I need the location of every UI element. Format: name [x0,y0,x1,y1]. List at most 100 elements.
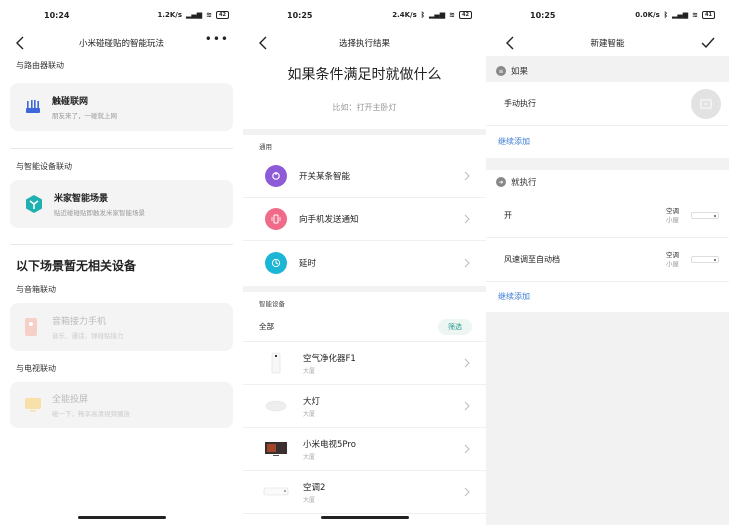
phone-notify-icon [265,208,287,230]
network-speed: 0.0K/s [635,11,660,19]
device-row[interactable]: 空气净化器F1 大厦 [243,342,486,385]
tv-device-icon [261,437,291,461]
router-section-label: 与路由器联动 [16,61,64,70]
speaker-section-label: 与音箱联动 [16,285,56,294]
router-card-sub: 朋友来了，一碰就上网 [52,112,117,120]
chevron-right-icon [464,258,470,267]
bluetooth-icon: ᛒ [420,11,425,19]
toggle-smart-icon [265,165,287,187]
devices-label: 智能设备 [259,300,285,308]
timer-icon [265,251,287,274]
speaker-card: 音箱接力手机 音乐、通话，弹碰贴接力 [10,303,233,351]
device-row[interactable]: 空调2 大厦 [243,471,486,514]
wifi-icon: ≋ [206,11,213,19]
chevron-right-icon [464,214,470,224]
device-name: 空调2 [303,482,326,493]
then-label: 就执行 [511,178,537,188]
network-speed: 2.4K/s [392,11,417,19]
ceiling-light-icon [261,394,291,418]
air-purifier-icon [261,351,291,375]
battery-icon: 42 [459,11,472,19]
action-row-fan-speed[interactable]: 风速调至自动档 空调 小屋 [486,238,729,282]
smart-section-label: 与智能设备联动 [16,162,72,171]
device-name: 空调 [666,206,679,215]
air-conditioner-icon [691,256,719,263]
headline: 如果条件满足时就做什么 [287,67,442,83]
back-arrow-icon[interactable] [504,35,518,51]
action-label: 开 [504,211,512,220]
device-row[interactable]: 大灯 大厦 [243,385,486,428]
tv-section-label: 与电视联动 [16,364,56,373]
smart-scene-card[interactable]: 米家智能场景 贴近碰碰贴即触发米家智能场景 [10,180,233,228]
router-card[interactable]: 触碰联网 朋友来了，一碰就上网 [10,83,233,131]
action-row-toggle-smart[interactable]: 开关某条智能 [243,155,486,198]
action-label: 风速调至自动档 [504,255,560,264]
status-bar: 10:25 0.0K/s ᛒ ▂▄▆ ≋ 41 [486,0,729,30]
battery-icon: 42 [216,11,229,19]
back-arrow-icon[interactable] [14,35,28,51]
screen-choose-action: 10:25 2.4K/s ᛒ ▂▄▆ ≋ 42 选择执行结果 如果条件满足时就做… [243,0,486,525]
mijia-scene-icon [26,195,42,213]
manual-execute-icon [691,89,721,119]
home-indicator[interactable] [78,516,166,519]
tv-icon [25,398,41,412]
device-room: 小屋 [666,215,679,224]
tv-card-title: 全能投屏 [52,395,89,405]
more-icon[interactable]: ••• [205,32,229,46]
device-room: 大厦 [303,367,316,375]
tv-card-sub: 碰一下，畅享高清视频播放 [52,410,130,418]
no-device-heading: 以下场景暂无相关设备 [16,259,137,273]
speaker-card-sub: 音乐、通话，弹碰贴接力 [52,332,124,340]
status-time: 10:24 [44,10,70,20]
add-action-link[interactable]: 继续添加 [486,282,729,312]
action-row-on[interactable]: 开 空调 小屋 [486,194,729,238]
router-icon [26,100,40,113]
action-row-notify[interactable]: 向手机发送通知 [243,198,486,241]
back-arrow-icon[interactable] [257,35,271,51]
page-title: 新建智能 [590,39,625,49]
general-label: 通用 [259,143,272,151]
condition-row-manual[interactable]: 手动执行 [486,82,729,126]
home-indicator[interactable] [321,516,409,519]
add-condition-link[interactable]: 继续添加 [486,126,729,158]
wifi-icon: ≋ [449,11,456,19]
wifi-icon: ≋ [692,11,699,19]
hint-text: 比如：打开主卧灯 [332,103,397,112]
status-time: 10:25 [287,10,313,20]
screen-new-smart: 10:25 0.0K/s ᛒ ▂▄▆ ≋ 41 新建智能 ≡ 如果 手动执行 继… [486,0,729,525]
device-name: 小米电视5Pro [303,439,356,450]
air-conditioner-icon [261,480,291,504]
action-label: 延时 [299,258,317,269]
smart-card-sub: 贴近碰碰贴即触发米家智能场景 [54,209,145,217]
router-card-title: 触碰联网 [52,97,89,107]
status-bar: 10:24 1.2K/s ▂▄▆ ≋ 42 [0,0,243,30]
if-label: 如果 [511,67,529,77]
network-speed: 1.2K/s [157,11,182,19]
action-label: 开关某条智能 [299,172,351,182]
signal-icon: ▂▄▆ [672,11,689,19]
filter-button[interactable]: 筛选 [438,318,472,335]
speaker-card-title: 音箱接力手机 [52,317,107,327]
separator [243,129,486,135]
action-label: 向手机发送通知 [299,215,359,225]
separator [243,286,486,292]
status-bar: 10:25 2.4K/s ᛒ ▂▄▆ ≋ 42 [243,0,486,30]
status-time: 10:25 [530,10,556,20]
divider [10,148,233,149]
confirm-check-icon[interactable] [701,37,715,49]
nav-bar: 选择执行结果 [243,30,486,56]
device-name: 大灯 [303,396,321,407]
tv-card: 全能投屏 碰一下，畅享高清视频播放 [10,382,233,428]
all-devices-row: 全部 筛选 [243,312,486,342]
device-room: 小屋 [666,259,679,268]
action-row-delay[interactable]: 延时 [243,241,486,284]
device-room: 大厦 [303,496,316,504]
content-area: ≡ 如果 手动执行 继续添加 ➜ 就执行 开 空调 小屋 风速调至自动档 空调 … [486,56,729,525]
device-row[interactable]: 小米电视5Pro 大厦 [243,428,486,471]
page-title: 选择执行结果 [338,39,390,49]
device-room: 大厦 [303,410,316,418]
battery-icon: 41 [702,11,715,19]
divider [10,244,233,245]
bluetooth-icon: ᛒ [663,11,668,19]
signal-icon: ▂▄▆ [186,11,203,19]
